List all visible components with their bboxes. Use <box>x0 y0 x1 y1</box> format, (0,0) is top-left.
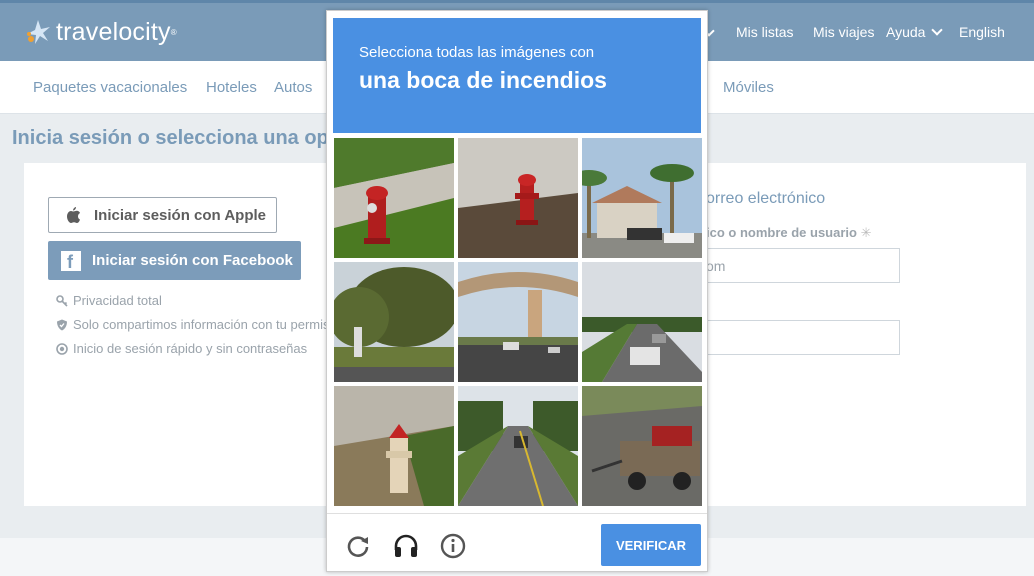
subnav-vacation-packages[interactable]: Paquetes vacacionales <box>33 79 187 96</box>
tile-highway-cars-image <box>582 262 702 382</box>
perk-text: Privacidad total <box>73 293 162 308</box>
captcha-tile-9[interactable] <box>582 386 702 506</box>
nav-help-label: Ayuda <box>886 24 926 40</box>
tile-trailer-road-image <box>582 386 702 506</box>
subnav-hotels[interactable]: Hoteles <box>206 79 257 96</box>
logo-star-icon <box>27 20 50 44</box>
facebook-button-label: Iniciar sesión con Facebook <box>92 252 293 269</box>
captcha-target: una boca de incendios <box>359 67 607 93</box>
perk-fast-login: Inicio de sesión rápido y sin contraseña… <box>56 341 307 356</box>
page-title: Inicia sesión o selecciona una op <box>12 127 329 149</box>
subnav-cars[interactable]: Autos <box>274 79 312 96</box>
captcha-tile-3[interactable] <box>582 138 702 258</box>
captcha-tile-7[interactable] <box>334 386 454 506</box>
perk-text: Solo compartimos información con tu perm… <box>73 317 330 332</box>
tile-hydrant-concrete-image <box>458 138 578 258</box>
tile-trees-road-image <box>334 262 454 382</box>
apple-icon <box>67 207 80 223</box>
tile-hydrant-curb-image <box>334 138 454 258</box>
reload-icon[interactable] <box>345 533 371 559</box>
travelocity-logo[interactable]: travelocity ® <box>24 14 177 50</box>
logo-trademark: ® <box>170 27 177 37</box>
captcha-tile-5[interactable] <box>458 262 578 382</box>
tile-overpass-image <box>458 262 578 382</box>
perk-sharing: Solo compartimos información con tu perm… <box>56 317 330 332</box>
password-input[interactable] <box>706 320 900 355</box>
chevron-down-icon <box>931 24 944 36</box>
apple-button-label: Iniciar sesión con Apple <box>94 206 266 224</box>
target-icon <box>56 342 68 355</box>
tile-palm-house-image <box>582 138 702 258</box>
perk-text: Inicio de sesión rápido y sin contraseña… <box>73 341 308 356</box>
captcha-footer: VERIFICAR <box>327 513 707 572</box>
captcha-instruction: Selecciona todas las imágenes con <box>359 44 595 61</box>
captcha-header: Selecciona todas las imágenes con una bo… <box>333 18 701 133</box>
captcha-tile-1[interactable] <box>334 138 454 258</box>
shield-icon <box>57 319 67 330</box>
email-section-title: orreo electrónico <box>706 190 826 207</box>
apple-sign-in-button[interactable]: Iniciar sesión con Apple <box>48 197 277 233</box>
info-icon[interactable] <box>440 533 466 559</box>
facebook-glyph: f <box>67 251 73 272</box>
facebook-sign-in-button[interactable]: f Iniciar sesión con Facebook <box>48 241 301 280</box>
nav-my-trips[interactable]: Mis viajes <box>813 24 874 40</box>
tile-hydrant-grass-image <box>334 386 454 506</box>
captcha-tile-8[interactable] <box>458 386 578 506</box>
nav-my-lists[interactable]: Mis listas <box>736 24 794 40</box>
perk-privacy: Privacidad total <box>56 293 162 308</box>
email-label-text: ico o nombre de usuario <box>706 225 857 240</box>
headphones-icon[interactable] <box>393 533 419 559</box>
facebook-icon: f <box>61 250 81 272</box>
nav-language[interactable]: English <box>959 24 1005 40</box>
key-icon <box>56 294 68 307</box>
tile-forest-road-image <box>458 386 578 506</box>
captcha-tile-6[interactable] <box>582 262 702 382</box>
email-field-label: ico o nombre de usuario ✳ <box>706 225 872 241</box>
captcha-tile-4[interactable] <box>334 262 454 382</box>
verify-button[interactable]: VERIFICAR <box>601 524 701 566</box>
captcha-tile-2[interactable] <box>458 138 578 258</box>
subnav-mobile[interactable]: Móviles <box>723 79 774 96</box>
nav-help[interactable]: Ayuda <box>886 24 944 40</box>
email-input[interactable]: om <box>706 248 900 283</box>
logo-text: travelocity <box>56 17 171 46</box>
required-mark: ✳ <box>860 225 872 240</box>
captcha-dialog: Selecciona todas las imágenes con una bo… <box>326 10 708 572</box>
